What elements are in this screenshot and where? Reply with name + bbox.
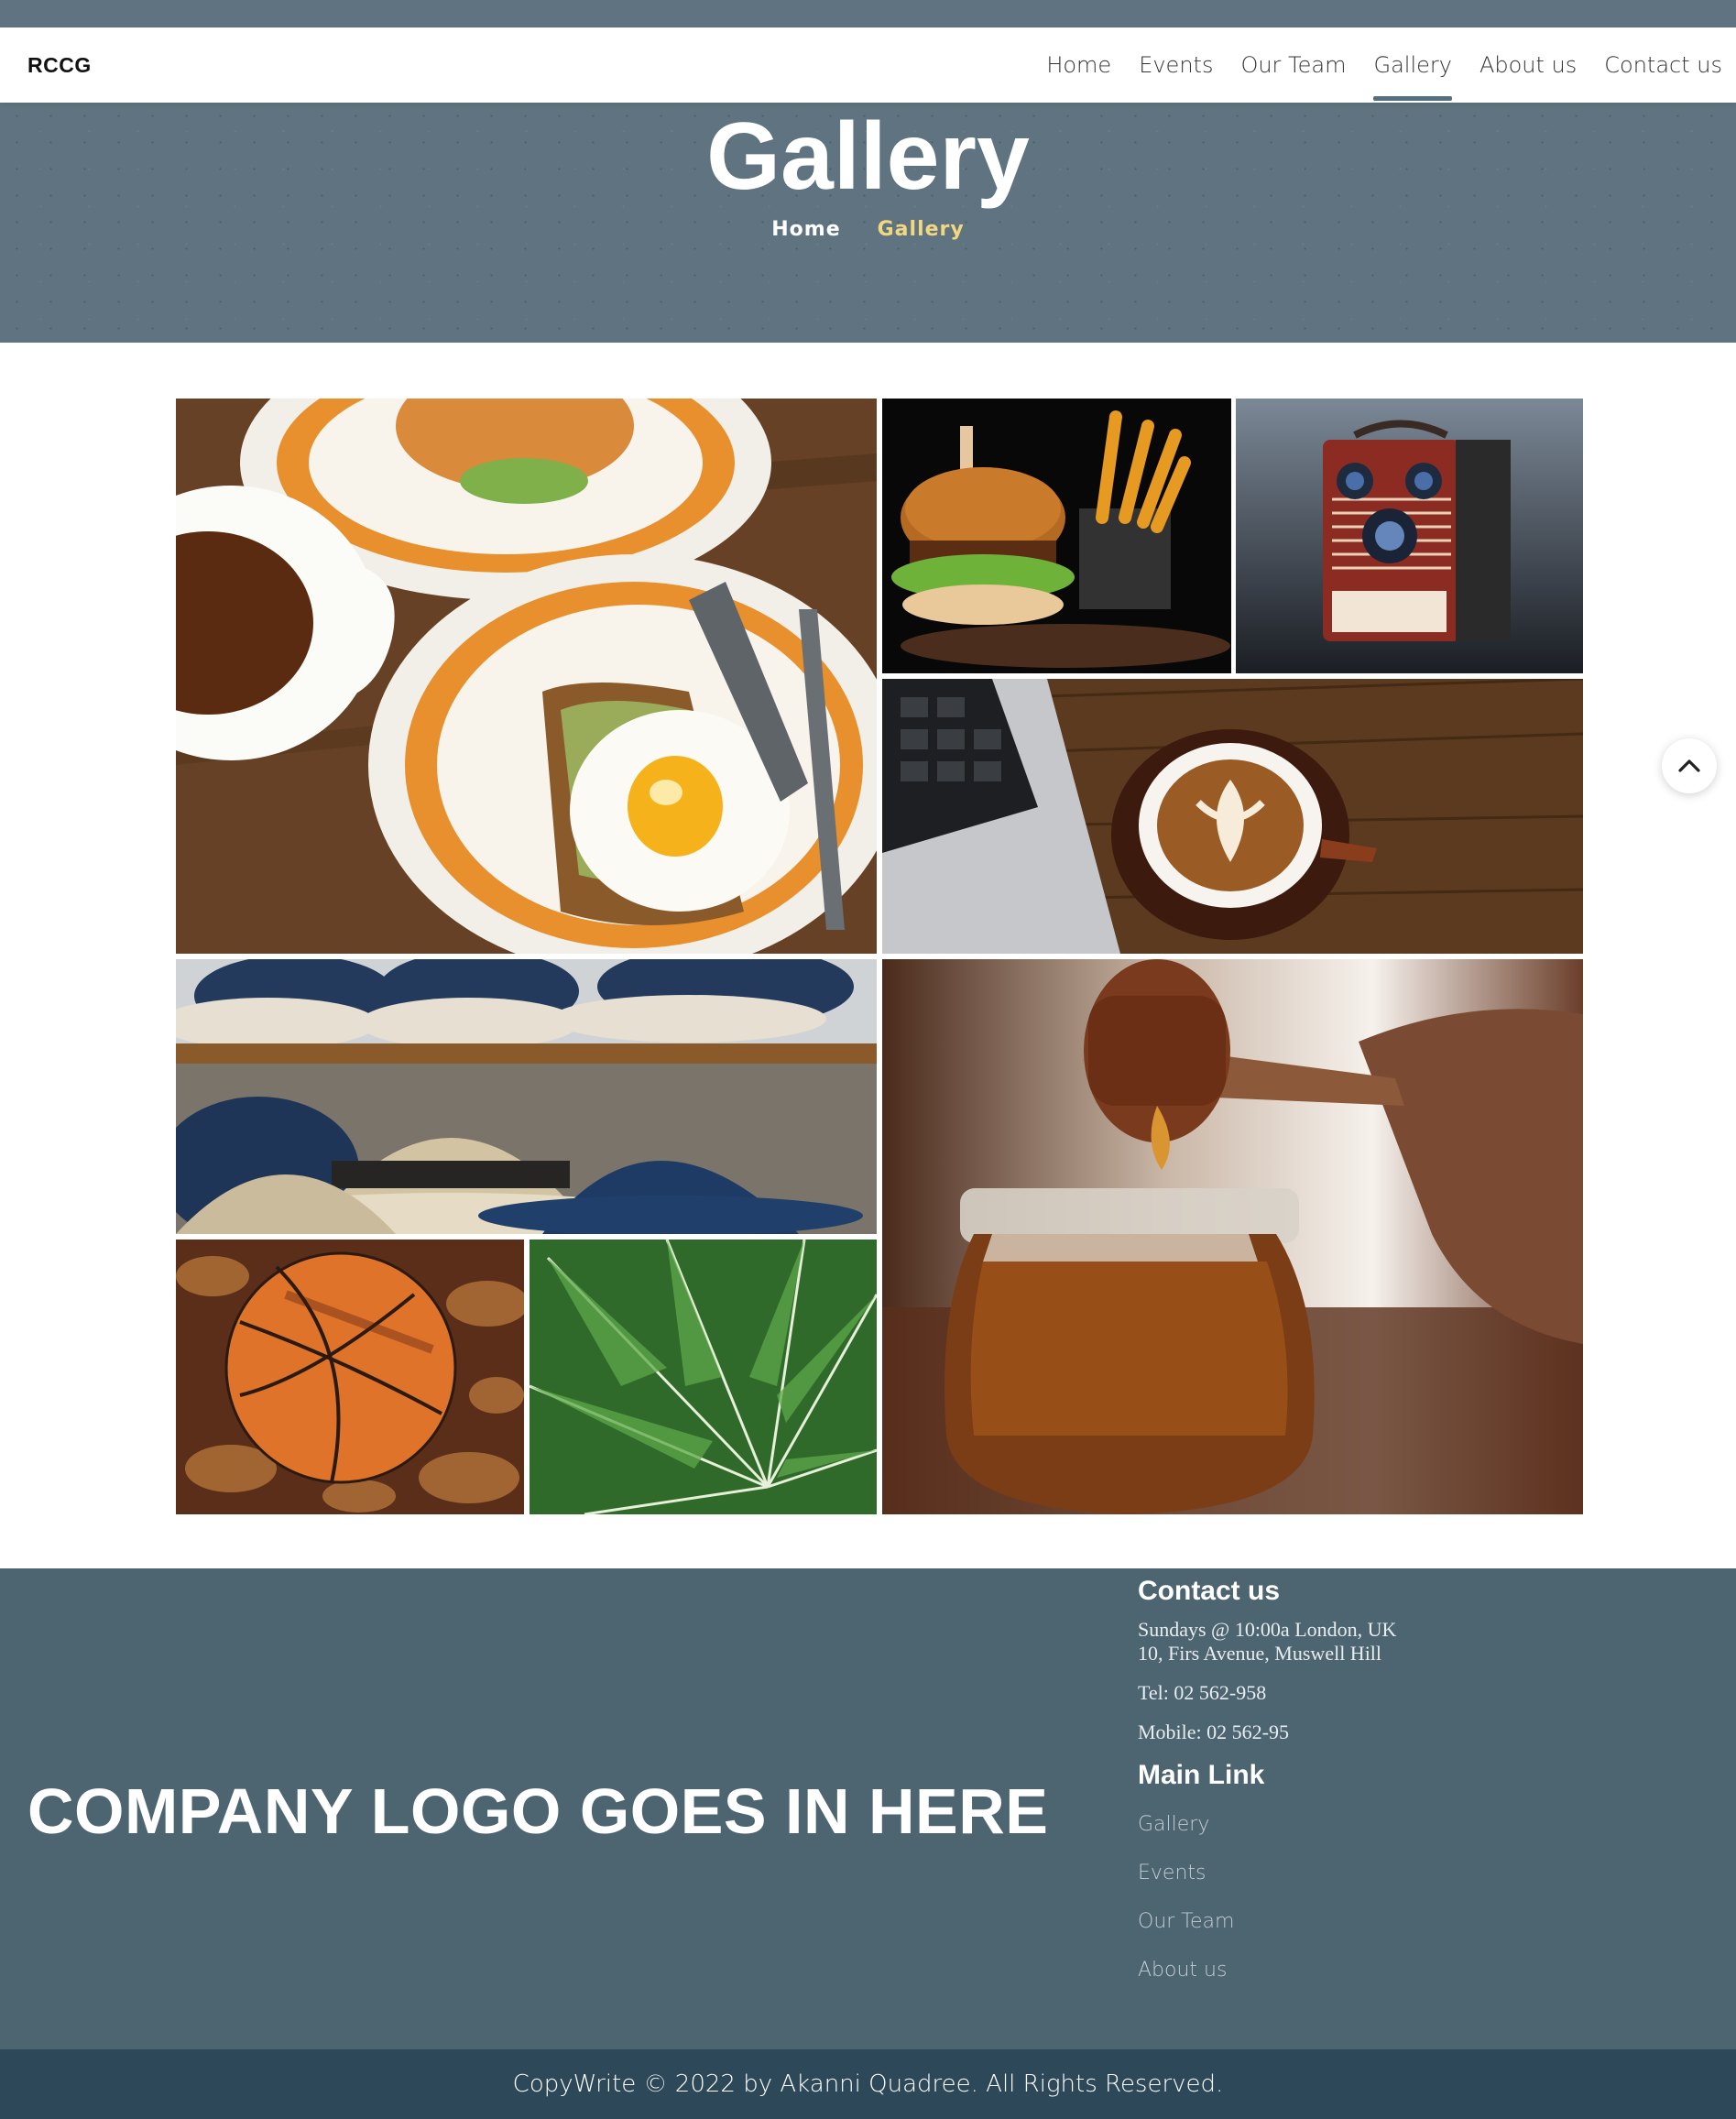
footer-link-events[interactable]: Events [1138, 1849, 1413, 1897]
gallery-image-hats[interactable] [176, 959, 877, 1234]
nav-link-contact-us[interactable]: Contact us [1590, 27, 1736, 103]
nav-link-events[interactable]: Events [1125, 27, 1227, 103]
footer-links-heading: Main Link [1138, 1760, 1265, 1790]
company-logo-placeholder: COMPANY LOGO GOES IN HERE [27, 1775, 1049, 1847]
nav-link-gallery[interactable]: Gallery [1359, 27, 1465, 103]
gallery-image-basketball[interactable] [176, 1240, 524, 1514]
footer: COMPANY LOGO GOES IN HERE Contact us Sun… [0, 1568, 1736, 2049]
page-title: Gallery [706, 104, 1030, 210]
breadcrumb: Home Gallery [0, 218, 1736, 241]
footer-link-our-team[interactable]: Our Team [1138, 1897, 1413, 1946]
scroll-to-top-button[interactable] [1662, 738, 1717, 793]
nav-links: Home Events Our Team Gallery About us Co… [1032, 27, 1736, 103]
footer-mobile: Mobile: 02 562-95 [1138, 1720, 1289, 1743]
chevron-up-icon [1678, 759, 1700, 772]
breadcrumb-home[interactable]: Home [771, 218, 840, 241]
footer-tel: Tel: 02 562-958 [1138, 1681, 1267, 1704]
gallery-image-honey[interactable] [882, 959, 1583, 1514]
footer-link-about-us[interactable]: About us [1138, 1946, 1413, 1994]
breadcrumb-current: Gallery [877, 218, 965, 241]
gallery-image-latte[interactable] [882, 679, 1583, 954]
gallery-image-fern[interactable] [530, 1240, 877, 1514]
gallery-image-burger[interactable] [882, 399, 1231, 673]
navbar: RCCG Home Events Our Team Gallery About … [0, 27, 1736, 103]
nav-link-home[interactable]: Home [1032, 27, 1125, 103]
nav-link-our-team[interactable]: Our Team [1227, 27, 1359, 103]
copyright-bar: CopyWrite © 2022 by Akanni Quadree. All … [0, 2049, 1736, 2119]
footer-link-gallery[interactable]: Gallery [1138, 1800, 1413, 1849]
footer-address: Sundays @ 10:00a London, UK 10, Firs Ave… [1138, 1618, 1397, 1665]
nav-link-about-us[interactable]: About us [1466, 27, 1590, 103]
top-strip [0, 0, 1736, 27]
hero-banner: Gallery Home Gallery [0, 103, 1736, 343]
gallery-image-camera[interactable] [1236, 399, 1583, 673]
brand-logo[interactable]: RCCG [27, 53, 92, 78]
footer-contact-column: Contact us Sundays @ 10:00a London, UK 1… [1138, 1576, 1413, 1994]
footer-contact-heading: Contact us [1138, 1576, 1281, 1606]
gallery-image-breakfast[interactable] [176, 399, 877, 954]
copyright-text: CopyWrite © 2022 by Akanni Quadree. All … [512, 2070, 1224, 2098]
